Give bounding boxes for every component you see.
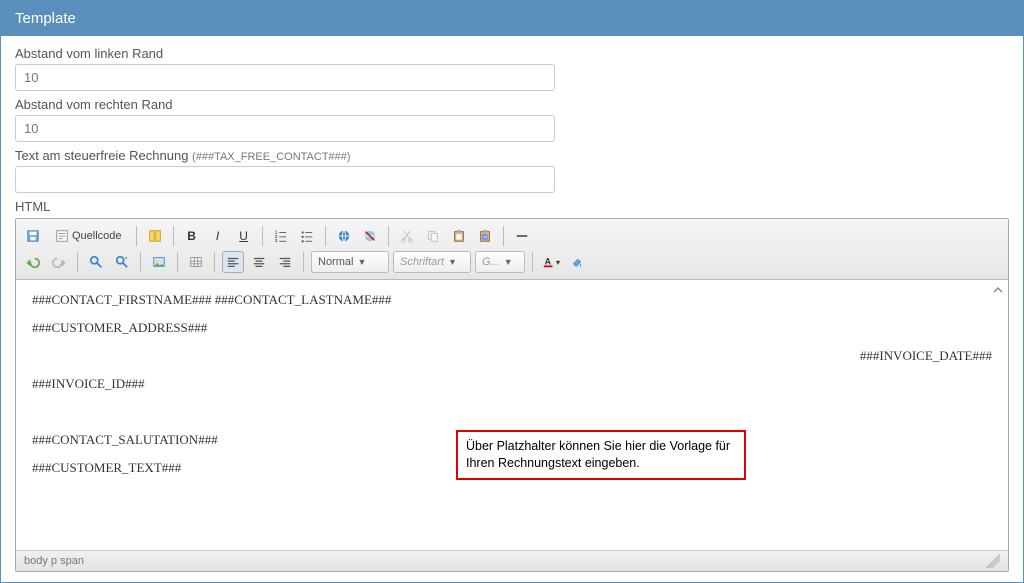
editor-status-bar: body p span [16,550,1008,571]
separator [177,252,178,272]
panel-body: Abstand vom linken Rand Abstand vom rech… [1,36,1023,582]
separator [503,226,504,246]
annotation-callout: Über Platzhalter können Sie hier die Vor… [456,430,746,480]
font-select-value: Schriftart [400,256,444,268]
paste-word-icon[interactable]: W [474,225,496,247]
collapse-icon[interactable] [992,284,1004,296]
cut-icon[interactable] [396,225,418,247]
panel-title: Template [1,1,1023,36]
resize-grip[interactable] [986,554,1000,568]
left-margin-input[interactable] [15,64,555,91]
separator [262,226,263,246]
unlink-button[interactable] [359,225,381,247]
align-left-button[interactable] [222,251,244,273]
underline-button[interactable]: U [233,225,255,247]
editor-line: ###INVOICE_DATE### [32,348,992,364]
templates-icon[interactable] [144,225,166,247]
svg-text:A: A [545,257,552,267]
separator [325,226,326,246]
separator [532,252,533,272]
tax-free-input[interactable] [15,166,555,193]
align-center-button[interactable] [248,251,270,273]
separator [140,252,141,272]
format-select[interactable]: Normal ▼ [311,251,389,273]
separator [214,252,215,272]
chevron-down-icon: ▼ [357,257,366,267]
editor-toolbar: Quellcode B I U 123 [16,219,1008,280]
chevron-down-icon: ▼ [448,257,457,267]
tax-free-hint: (###TAX_FREE_CONTACT###) [192,151,351,163]
tax-free-label: Text am steuerfreie Rechnung (###TAX_FRE… [15,148,1009,163]
find-button[interactable] [85,251,107,273]
save-icon[interactable] [22,225,44,247]
separator [388,226,389,246]
ordered-list-button[interactable]: 123 [270,225,292,247]
source-button-label: Quellcode [72,230,122,242]
separator [136,226,137,246]
editor-content-area[interactable]: ###CONTACT_FIRSTNAME### ###CONTACT_LASTN… [16,280,1008,550]
size-select-value: G... [482,256,500,268]
separator [303,252,304,272]
bold-button[interactable]: B [181,225,203,247]
table-button[interactable] [185,251,207,273]
copy-icon[interactable] [422,225,444,247]
paste-icon[interactable] [448,225,470,247]
link-button[interactable] [333,225,355,247]
image-button[interactable] [148,251,170,273]
tax-free-label-text: Text am steuerfreie Rechnung [15,148,192,163]
replace-button[interactable] [111,251,133,273]
editor-line: ###CONTACT_FIRSTNAME### ###CONTACT_LASTN… [32,292,992,308]
size-select[interactable]: G... ▼ [475,251,525,273]
right-margin-input[interactable] [15,115,555,142]
template-panel: Template Abstand vom linken Rand Abstand… [0,0,1024,583]
separator [77,252,78,272]
html-label: HTML [15,199,1009,214]
source-button[interactable]: Quellcode [48,225,129,247]
format-select-value: Normal [318,256,353,268]
text-color-button[interactable]: A▾ [540,251,562,273]
undo-button[interactable] [22,251,44,273]
right-margin-label: Abstand vom rechten Rand [15,97,1009,112]
unordered-list-button[interactable] [296,225,318,247]
element-path[interactable]: body p span [24,555,84,567]
align-right-button[interactable] [274,251,296,273]
separator [173,226,174,246]
horizontal-rule-button[interactable] [511,225,533,247]
editor-line: ###INVOICE_ID### [32,376,992,392]
chevron-down-icon: ▼ [504,257,513,267]
redo-button[interactable] [48,251,70,273]
italic-button[interactable]: I [207,225,229,247]
left-margin-label: Abstand vom linken Rand [15,46,1009,61]
svg-text:3: 3 [274,238,277,243]
font-select[interactable]: Schriftart ▼ [393,251,471,273]
html-editor: Quellcode B I U 123 [15,218,1009,572]
editor-line: ###CUSTOMER_ADDRESS### [32,320,992,336]
bg-color-button[interactable] [566,251,588,273]
